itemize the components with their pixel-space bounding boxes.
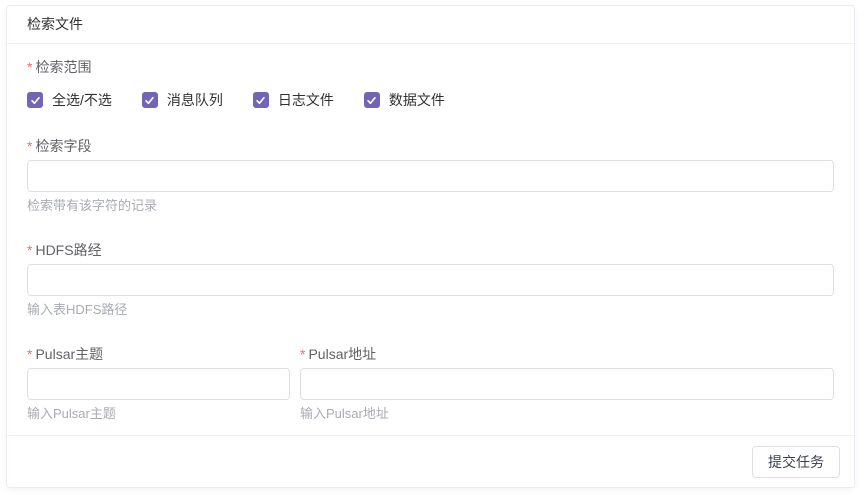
search-scope-checkbox-group: 全选/不选 消息队列 日志文件 数据文件 [27, 90, 834, 110]
checkbox-checked[interactable] [27, 92, 43, 108]
check-icon [255, 95, 266, 106]
checkbox-checked[interactable] [253, 92, 269, 108]
pulsar-topic-label: *Pulsar主题 [27, 344, 290, 364]
pulsar-topic-helper: 输入Pulsar主题 [27, 406, 290, 422]
search-field-helper: 检索带有该字符的记录 [27, 198, 834, 214]
checkbox-label[interactable]: 日志文件 [278, 90, 334, 110]
checkbox-select-all[interactable]: 全选/不选 [27, 90, 112, 110]
form-item-search-scope: *检索范围 全选/不选 消息队列 日志文件 数据文件 [27, 57, 834, 110]
required-asterisk: * [27, 242, 32, 258]
card-title: 检索文件 [27, 16, 83, 32]
required-asterisk: * [27, 138, 32, 154]
pulsar-address-helper: 输入Pulsar地址 [300, 406, 834, 422]
required-asterisk: * [27, 346, 32, 362]
checkbox-checked[interactable] [364, 92, 380, 108]
submit-task-button[interactable]: 提交任务 [752, 446, 840, 478]
checkbox-checked[interactable] [142, 92, 158, 108]
pulsar-topic-input[interactable] [27, 368, 290, 400]
hdfs-path-input[interactable] [27, 264, 834, 296]
check-icon [366, 95, 377, 106]
card-header: 检索文件 [7, 6, 854, 44]
hdfs-path-helper: 输入表HDFS路径 [27, 302, 834, 318]
pulsar-address-input[interactable] [300, 368, 834, 400]
form-body: *检索范围 全选/不选 消息队列 日志文件 数据文件 [7, 44, 854, 435]
required-asterisk: * [27, 59, 32, 75]
check-icon [144, 95, 155, 106]
pulsar-address-label: *Pulsar地址 [300, 344, 834, 364]
form-item-pulsar-row: *Pulsar主题 输入Pulsar主题 *Pulsar地址 输入Pulsar地… [27, 344, 834, 422]
checkbox-data-file[interactable]: 数据文件 [364, 90, 445, 110]
pulsar-address-column: *Pulsar地址 输入Pulsar地址 [300, 344, 834, 422]
checkbox-message-queue[interactable]: 消息队列 [142, 90, 223, 110]
hdfs-path-label: *HDFS路经 [27, 240, 834, 260]
search-field-label: *检索字段 [27, 136, 834, 156]
form-item-search-field: *检索字段 检索带有该字符的记录 [27, 136, 834, 214]
required-asterisk: * [300, 346, 305, 362]
pulsar-topic-column: *Pulsar主题 输入Pulsar主题 [27, 344, 290, 422]
search-files-card: 检索文件 *检索范围 全选/不选 消息队列 日志文件 [6, 5, 855, 488]
form-item-hdfs-path: *HDFS路经 输入表HDFS路径 [27, 240, 834, 318]
card-footer: 提交任务 [7, 435, 854, 487]
search-scope-label: *检索范围 [27, 57, 834, 77]
checkbox-label[interactable]: 全选/不选 [52, 90, 112, 110]
checkbox-log-file[interactable]: 日志文件 [253, 90, 334, 110]
checkbox-label[interactable]: 消息队列 [167, 90, 223, 110]
check-icon [30, 95, 41, 106]
checkbox-label[interactable]: 数据文件 [389, 90, 445, 110]
search-field-input[interactable] [27, 160, 834, 192]
